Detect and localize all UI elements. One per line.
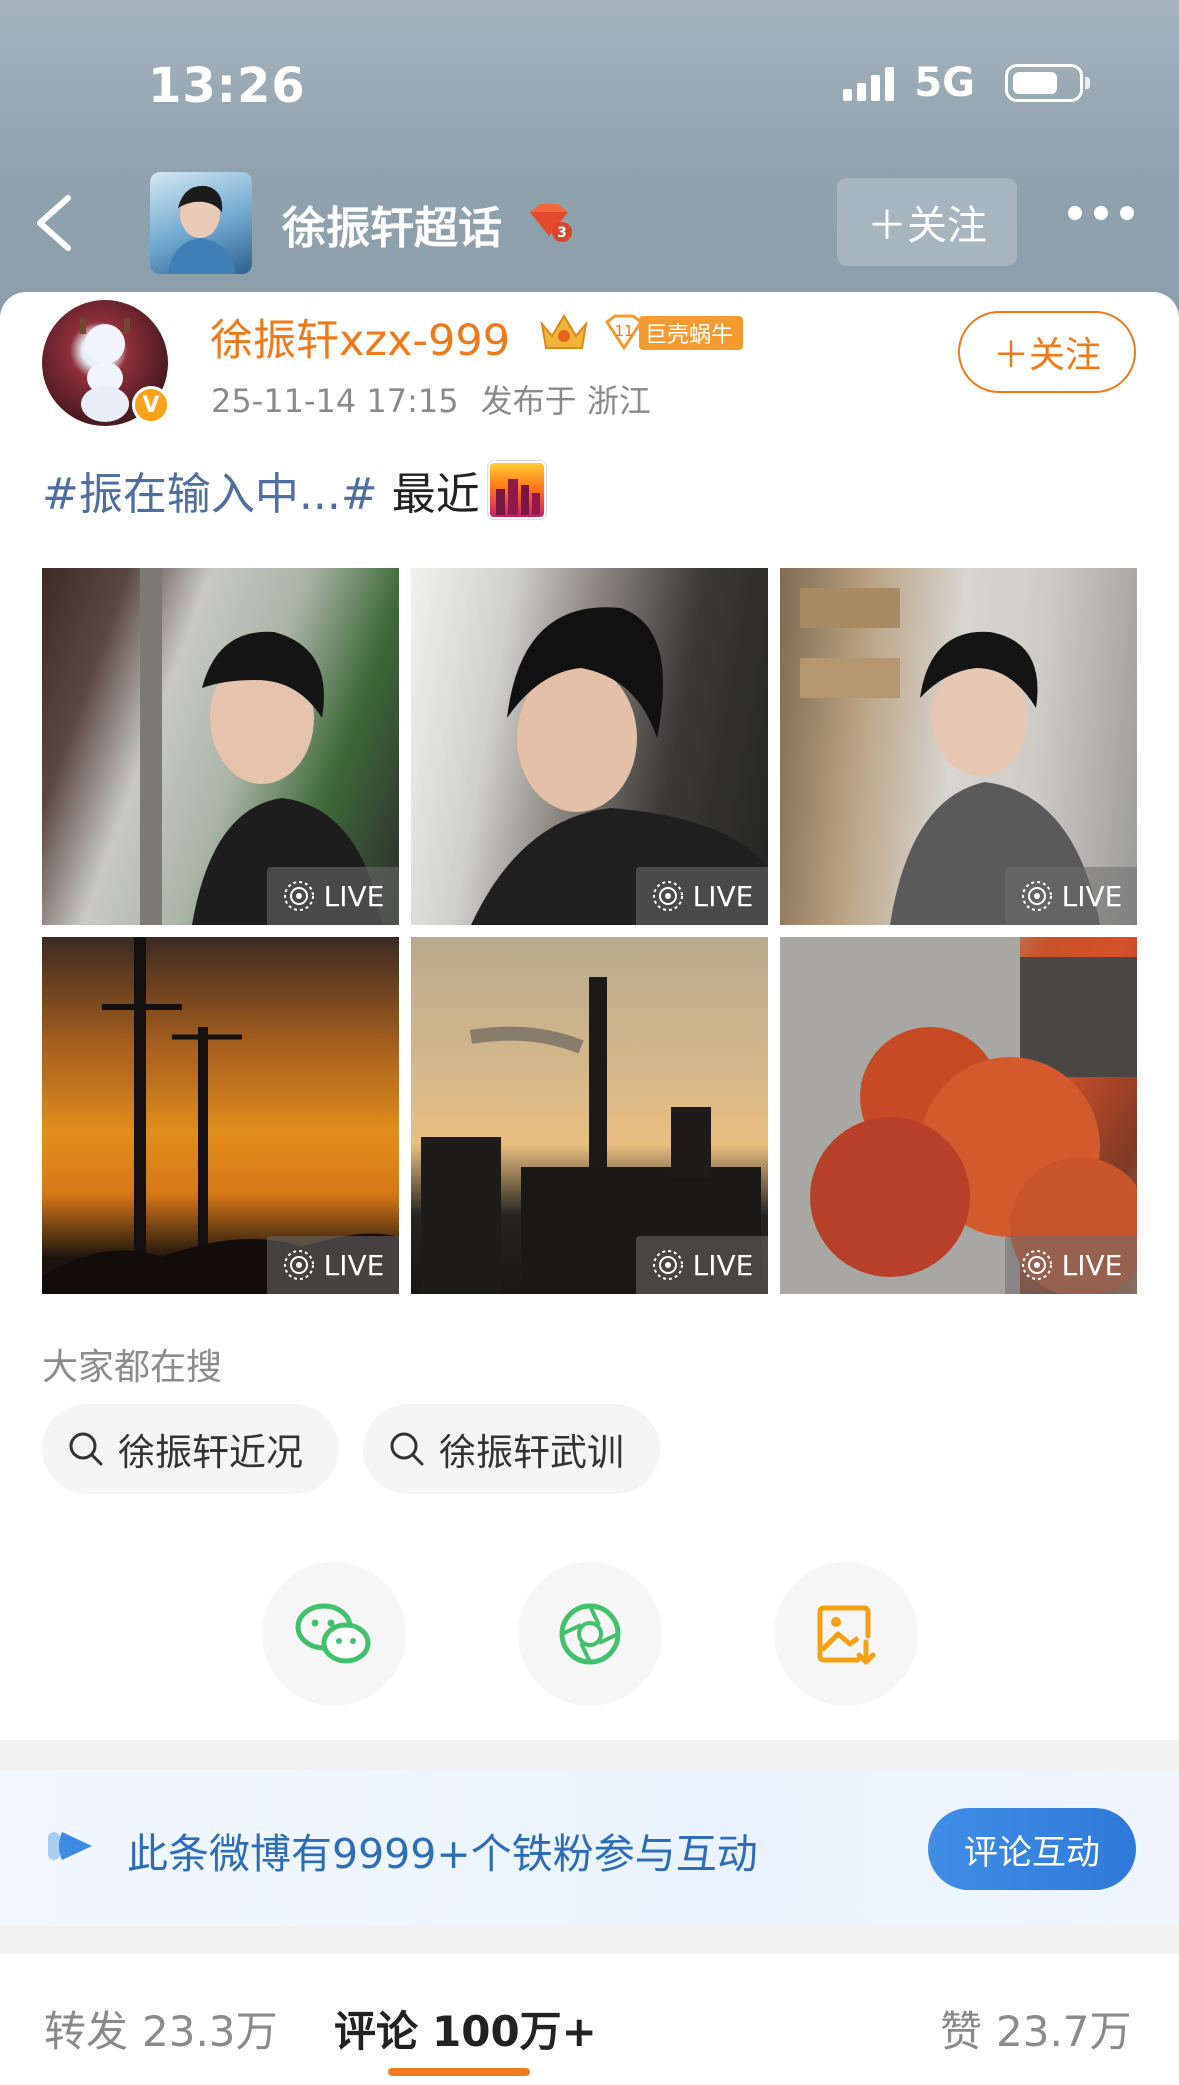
fan-badge: 11 巨壳蜗牛 xyxy=(603,314,744,352)
status-time: 13:26 xyxy=(148,58,306,114)
share-wechat-button[interactable] xyxy=(262,1562,406,1706)
live-badge: LIVE xyxy=(1005,867,1137,925)
banner-text: 此条微博有9999+个铁粉参与互动 xyxy=(127,1830,758,1878)
section-divider xyxy=(0,1740,1179,1770)
back-button[interactable] xyxy=(28,188,88,258)
photo-5[interactable]: LIVE xyxy=(411,937,768,1294)
search-icon xyxy=(390,1432,424,1466)
trending-search-title: 大家都在搜 xyxy=(42,1347,223,1388)
post-timestamp: 25-11-14 17:15 xyxy=(211,382,459,420)
share-moments-button[interactable] xyxy=(518,1562,662,1706)
live-badge: LIVE xyxy=(636,1236,768,1294)
username[interactable]: 徐振轩xzx-999 xyxy=(210,306,510,368)
verified-badge: V xyxy=(132,386,170,424)
live-badge: LIVE xyxy=(1005,1236,1137,1294)
topic-title[interactable]: 徐振轩超话 xyxy=(282,192,502,256)
tab-comment-count: 100万+ xyxy=(432,2007,597,2056)
post-hashtag[interactable]: #振在输入中...# xyxy=(42,458,378,522)
live-icon xyxy=(283,881,314,911)
live-icon xyxy=(652,1250,683,1280)
tab-comment[interactable]: 评论 100万+ xyxy=(334,1998,597,2059)
follow-user-button[interactable]: ＋关注 xyxy=(958,311,1136,393)
post-location: 发布于 浙江 xyxy=(480,382,651,420)
photo-4[interactable]: LIVE xyxy=(42,937,399,1294)
share-row xyxy=(262,1562,918,1706)
top-nav: 徐振轩超话 3 ＋关注 xyxy=(0,168,1179,278)
status-indicators: 5G xyxy=(843,60,1090,106)
fan-level-icon: 11 xyxy=(604,314,644,351)
play-icon xyxy=(48,1832,92,1860)
live-icon xyxy=(283,1250,314,1280)
live-badge: LIVE xyxy=(267,1236,399,1294)
search-chip-label: 徐振轩武训 xyxy=(439,1431,624,1474)
signal-icon xyxy=(843,65,895,101)
comment-interact-button[interactable]: 评论互动 xyxy=(928,1808,1136,1890)
tab-repost-count: 23.3万 xyxy=(142,2007,278,2056)
tab-like-label: 赞 xyxy=(940,2007,983,2056)
tab-repost-label: 转发 xyxy=(44,2007,129,2056)
active-tab-indicator xyxy=(388,2068,530,2076)
photo-2[interactable]: LIVE xyxy=(411,568,768,925)
svg-text:3: 3 xyxy=(557,225,567,241)
more-button[interactable] xyxy=(1068,206,1134,220)
fan-badge-name: 巨壳蜗牛 xyxy=(639,316,744,350)
follow-topic-button[interactable]: ＋关注 xyxy=(837,178,1017,266)
search-chip-2[interactable]: 徐振轩武训 xyxy=(363,1404,660,1494)
section-divider xyxy=(0,1926,1179,1954)
photo-6[interactable]: LIVE xyxy=(780,937,1137,1294)
tab-comment-label: 评论 xyxy=(334,2007,419,2056)
live-icon xyxy=(1021,1250,1052,1280)
back-icon xyxy=(37,195,71,251)
svg-text:11: 11 xyxy=(614,322,633,340)
live-badge: LIVE xyxy=(267,867,399,925)
tab-like[interactable]: 赞 23.7万 xyxy=(940,1998,1132,2059)
moments-icon xyxy=(559,1603,621,1665)
search-chip-1[interactable]: 徐振轩近况 xyxy=(42,1404,339,1494)
photo-3[interactable]: LIVE xyxy=(780,568,1137,925)
search-chips: 徐振轩近况 徐振轩武训 xyxy=(42,1404,660,1494)
wechat-icon xyxy=(295,1603,371,1664)
tab-repost[interactable]: 转发 23.3万 xyxy=(44,1998,278,2059)
post-text: #振在输入中...# 最近 xyxy=(42,458,546,522)
search-chip-label: 徐振轩近况 xyxy=(118,1431,303,1474)
live-icon xyxy=(652,881,683,911)
search-icon xyxy=(69,1432,103,1466)
live-badge: LIVE xyxy=(636,867,768,925)
fan-interaction-banner: 此条微博有9999+个铁粉参与互动 评论互动 xyxy=(0,1770,1179,1926)
save-image-button[interactable] xyxy=(774,1562,918,1706)
crown-icon xyxy=(540,314,588,349)
photo-1[interactable]: LIVE xyxy=(42,568,399,925)
tab-like-count: 23.7万 xyxy=(996,2007,1132,2056)
post-meta: 25-11-14 17:15 发布于 浙江 xyxy=(211,376,651,422)
more-icon xyxy=(1068,206,1082,220)
save-image-icon xyxy=(817,1605,876,1665)
topic-avatar[interactable] xyxy=(150,172,252,274)
post-body: 最近 xyxy=(391,469,480,520)
battery-icon xyxy=(1005,64,1090,102)
ruby-badge-icon: 3 xyxy=(530,204,572,242)
post-tabs: 转发 23.3万 评论 100万+ 赞 23.7万 xyxy=(0,1954,1179,2085)
city-sunset-emoji xyxy=(487,461,546,519)
network-label: 5G xyxy=(914,60,975,106)
photo-grid: LIVE LIVE LIVE LIVE LIVE LIVE xyxy=(42,568,1137,1294)
live-icon xyxy=(1021,881,1052,911)
